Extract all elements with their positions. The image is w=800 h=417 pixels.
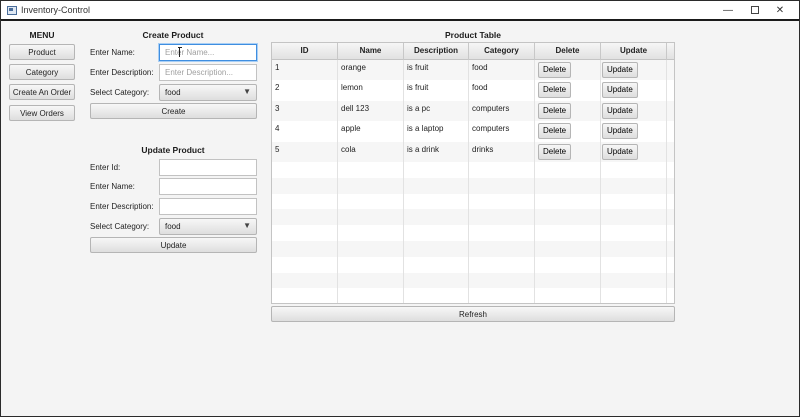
delete-button[interactable]: Delete xyxy=(538,82,572,99)
empty-row xyxy=(272,256,674,273)
cell-category: drinks xyxy=(469,141,535,162)
cell-delete: Delete xyxy=(535,60,601,81)
cell-category: food xyxy=(469,60,535,81)
table-row[interactable]: 1 orange is fruit food Delete Update xyxy=(272,60,674,81)
update-button[interactable]: Update xyxy=(90,237,257,253)
delete-button[interactable]: Delete xyxy=(538,123,572,140)
delete-button[interactable]: Delete xyxy=(538,102,572,119)
empty-row xyxy=(272,288,674,303)
menu-title: MENU xyxy=(29,30,55,40)
column-header-update[interactable]: Update xyxy=(601,43,667,60)
cell-id: 3 xyxy=(272,100,338,122)
menu-category-button[interactable]: Category xyxy=(9,64,75,80)
cell-update: Update xyxy=(601,141,667,162)
header-filler xyxy=(667,43,674,60)
create-button[interactable]: Create xyxy=(90,103,257,119)
update-description-input[interactable] xyxy=(159,198,257,215)
cell-category: computers xyxy=(469,121,535,142)
cell-description: is a pc xyxy=(404,100,469,122)
cell-id: 1 xyxy=(272,60,338,81)
table-row[interactable]: 5 cola is a drink drinks Delete Update xyxy=(272,141,674,162)
cell-id: 5 xyxy=(272,141,338,162)
cell-category: computers xyxy=(469,100,535,122)
create-product-title: Create Product xyxy=(142,30,204,40)
table-row[interactable]: 4 apple is a laptop computers Delete Upd… xyxy=(272,121,674,142)
update-row-button[interactable]: Update xyxy=(602,102,638,119)
cell-delete: Delete xyxy=(535,80,601,101)
table-row[interactable]: 2 lemon is fruit food Delete Update xyxy=(272,80,674,101)
table-header: ID Name Description Category Delete Upda… xyxy=(272,43,674,60)
empty-row xyxy=(272,193,674,210)
update-category-label: Select Category: xyxy=(90,222,150,231)
update-id-label: Enter Id: xyxy=(90,163,121,172)
title-bar[interactable]: Inventory-Control — ✕ xyxy=(1,1,799,21)
delete-button[interactable]: Delete xyxy=(538,143,572,160)
cell-id: 2 xyxy=(272,80,338,101)
cell-category: food xyxy=(469,80,535,101)
empty-row xyxy=(272,225,674,241)
window-title: Inventory-Control xyxy=(21,5,91,15)
cell-name: dell 123 xyxy=(338,100,404,122)
menu-view-orders-button[interactable]: View Orders xyxy=(9,105,75,121)
cell-update: Update xyxy=(601,100,667,122)
create-name-input[interactable] xyxy=(159,44,257,61)
cell-id: 4 xyxy=(272,121,338,142)
text-cursor-icon xyxy=(178,47,182,57)
empty-row xyxy=(272,240,674,257)
empty-row xyxy=(272,177,674,194)
create-description-label: Enter Description: xyxy=(90,68,154,77)
column-header-id[interactable]: ID xyxy=(272,43,338,60)
column-header-description[interactable]: Description xyxy=(404,43,469,60)
empty-row xyxy=(272,272,674,289)
product-table-title: Product Table xyxy=(444,30,502,40)
app-window: Inventory-Control — ✕ MENU Product Categ… xyxy=(0,0,800,417)
product-table[interactable]: ID Name Description Category Delete Upda… xyxy=(271,42,675,304)
column-header-delete[interactable]: Delete xyxy=(535,43,601,60)
cell-name: cola xyxy=(338,141,404,162)
close-icon[interactable]: ✕ xyxy=(757,1,800,21)
menu-create-order-button[interactable]: Create An Order xyxy=(9,84,75,100)
table-body: 1 orange is fruit food Delete Update 2 l… xyxy=(272,60,674,303)
create-category-label: Select Category: xyxy=(90,88,150,97)
cell-delete: Delete xyxy=(535,121,601,142)
update-row-button[interactable]: Update xyxy=(602,143,638,160)
column-header-category[interactable]: Category xyxy=(469,43,535,60)
update-description-label: Enter Description: xyxy=(90,202,154,211)
empty-row xyxy=(272,209,674,226)
cell-name: apple xyxy=(338,121,404,142)
menu-product-button[interactable]: Product xyxy=(9,44,75,60)
update-category-value: food xyxy=(165,222,181,231)
delete-button[interactable]: Delete xyxy=(538,62,572,78)
cell-name: orange xyxy=(338,60,404,81)
cell-description: is fruit xyxy=(404,80,469,101)
empty-row xyxy=(272,161,674,178)
cell-delete: Delete xyxy=(535,141,601,162)
create-name-label: Enter Name: xyxy=(90,48,135,57)
refresh-button[interactable]: Refresh xyxy=(271,306,675,322)
update-name-label: Enter Name: xyxy=(90,182,135,191)
create-description-input[interactable] xyxy=(159,64,257,81)
update-id-input[interactable] xyxy=(159,159,257,176)
cell-name: lemon xyxy=(338,80,404,101)
update-product-title: Update Product xyxy=(141,145,205,155)
cell-delete: Delete xyxy=(535,100,601,122)
chevron-down-icon: ▼ xyxy=(243,221,251,230)
cell-description: is a drink xyxy=(404,141,469,162)
update-name-input[interactable] xyxy=(159,178,257,195)
cell-description: is a laptop xyxy=(404,121,469,142)
cell-description: is fruit xyxy=(404,60,469,81)
cell-update: Update xyxy=(601,60,667,81)
create-category-select[interactable]: food ▼ xyxy=(159,84,257,101)
table-row[interactable]: 3 dell 123 is a pc computers Delete Upda… xyxy=(272,100,674,122)
app-icon xyxy=(7,6,17,15)
cell-update: Update xyxy=(601,121,667,142)
update-category-select[interactable]: food ▼ xyxy=(159,218,257,235)
create-category-value: food xyxy=(165,88,181,97)
cell-update: Update xyxy=(601,80,667,101)
update-row-button[interactable]: Update xyxy=(602,123,638,140)
chevron-down-icon: ▼ xyxy=(243,87,251,96)
column-header-name[interactable]: Name xyxy=(338,43,404,60)
update-row-button[interactable]: Update xyxy=(602,62,638,78)
update-row-button[interactable]: Update xyxy=(602,82,638,99)
